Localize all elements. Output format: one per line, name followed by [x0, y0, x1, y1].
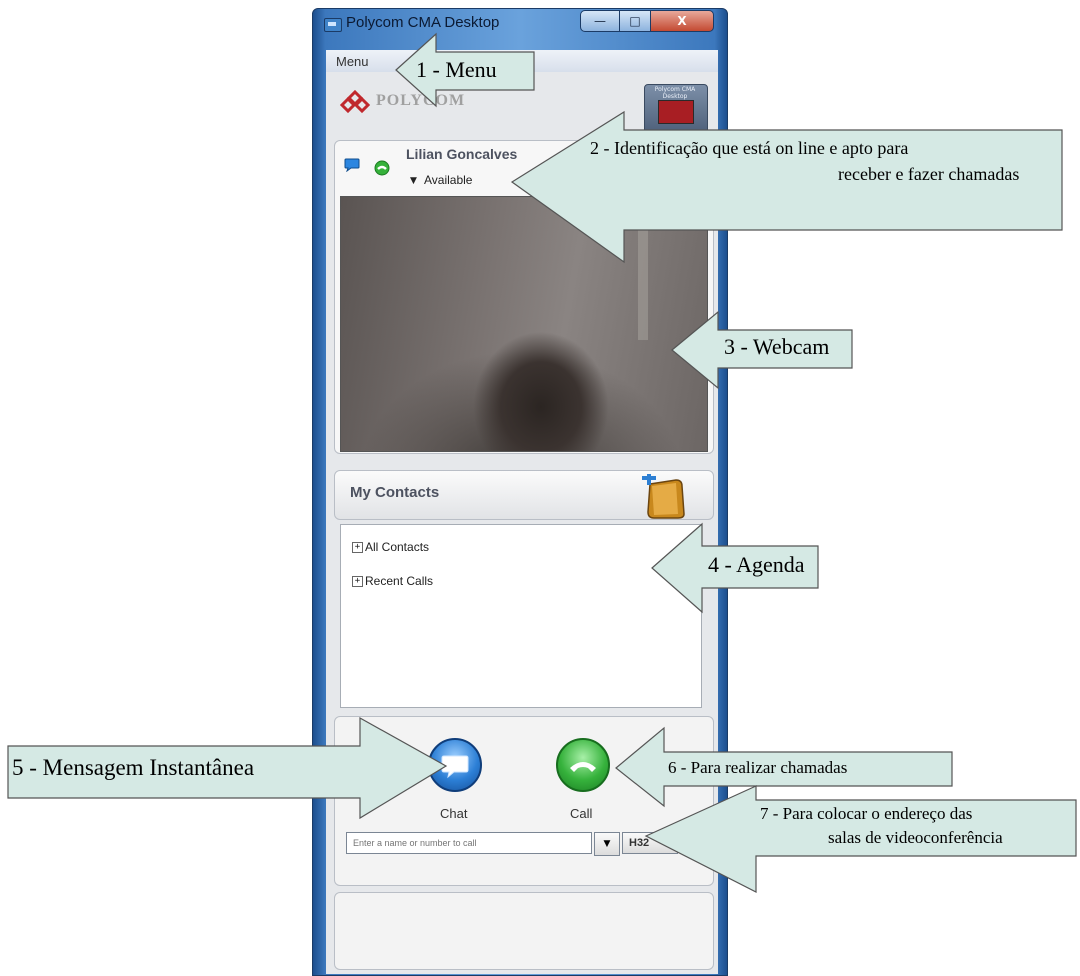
annotation-instant-message: 5 - Mensagem Instantânea	[12, 755, 255, 780]
annotation-status-line1: 2 - Identificação que está on line e apt…	[590, 138, 909, 158]
annotation-menu: 1 - Menu	[416, 57, 497, 82]
annotation-status-line2: receber e fazer chamadas	[838, 164, 1020, 184]
callout-arrow-status	[510, 110, 1063, 264]
annotation-address-line1: 7 - Para colocar o endereço das	[760, 804, 973, 823]
annotation-agenda: 4 - Agenda	[708, 552, 805, 577]
annotation-calls: 6 - Para realizar chamadas	[668, 758, 848, 777]
annotation-address-line2: salas de videoconferência	[828, 828, 1003, 847]
annotation-webcam: 3 - Webcam	[724, 334, 830, 359]
